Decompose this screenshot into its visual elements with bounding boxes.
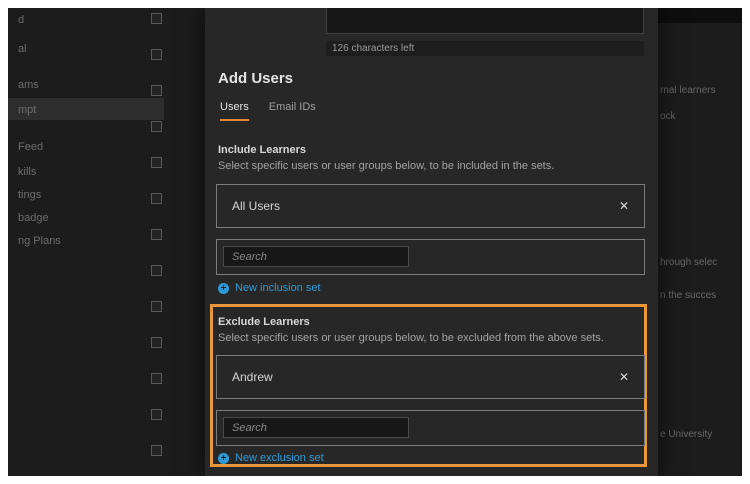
plus-circle-icon: +	[218, 283, 229, 294]
background-text-fragment: rnal learners	[660, 85, 716, 96]
exclude-learners-heading: Exclude Learners	[218, 316, 310, 328]
add-users-panel: 126 characters left Add Users Users Emai…	[205, 8, 658, 476]
checkbox	[151, 121, 162, 132]
background-text-fragment: e University	[660, 429, 712, 440]
exclude-learners-description: Select specific users or user groups bel…	[218, 332, 604, 344]
checkbox	[151, 337, 162, 348]
checkbox	[151, 49, 162, 60]
checkbox	[151, 229, 162, 240]
sidebar-item: d	[18, 14, 24, 26]
new-inclusion-set-label: New inclusion set	[235, 282, 321, 294]
sidebar-item: Feed	[18, 141, 43, 153]
checkbox-column	[151, 13, 162, 476]
checkbox	[151, 409, 162, 420]
exclude-search-box	[216, 410, 645, 446]
checkbox	[151, 85, 162, 96]
character-counter: 126 characters left	[326, 41, 644, 56]
truncated-text-input[interactable]	[326, 8, 644, 34]
new-exclusion-set-link[interactable]: + New exclusion set	[218, 452, 324, 464]
include-set-row: All Users ✕	[216, 184, 645, 228]
sidebar-item: badge	[18, 212, 49, 224]
background-header-strip	[656, 8, 742, 23]
checkbox	[151, 193, 162, 204]
exclude-set-row: Andrew ✕	[216, 355, 645, 399]
screen: d al ams mpt Feed kills tings badge ng P…	[8, 8, 742, 476]
new-exclusion-set-label: New exclusion set	[235, 452, 324, 464]
tab-email-ids[interactable]: Email IDs	[269, 101, 316, 121]
background-text-fragment: ock	[660, 111, 676, 122]
checkbox	[151, 445, 162, 456]
sidebar-item: ams	[18, 79, 39, 91]
panel-title: Add Users	[218, 70, 293, 87]
include-set-label: All Users	[232, 199, 280, 213]
sidebar-item: al	[18, 43, 27, 55]
new-inclusion-set-link[interactable]: + New inclusion set	[218, 282, 321, 294]
checkbox	[151, 265, 162, 276]
close-icon[interactable]: ✕	[619, 370, 629, 384]
plus-circle-icon: +	[218, 453, 229, 464]
background-text-fragment: n the succes	[660, 290, 716, 301]
include-learners-heading: Include Learners	[218, 144, 306, 156]
sidebar-item: mpt	[18, 104, 36, 116]
include-learners-description: Select specific users or user groups bel…	[218, 160, 554, 172]
screenshot-frame: d al ams mpt Feed kills tings badge ng P…	[0, 0, 750, 484]
include-search-box	[216, 239, 645, 275]
checkbox	[151, 301, 162, 312]
sidebar-item: kills	[18, 166, 36, 178]
include-search-input[interactable]	[223, 246, 409, 267]
exclude-set-label: Andrew	[232, 370, 273, 384]
checkbox	[151, 13, 162, 24]
exclude-search-input[interactable]	[223, 417, 409, 438]
checkbox	[151, 157, 162, 168]
sidebar-item: ng Plans	[18, 235, 61, 247]
tab-users[interactable]: Users	[220, 101, 249, 121]
sidebar-item: tings	[18, 189, 41, 201]
tab-bar: Users Email IDs	[220, 101, 316, 121]
checkbox	[151, 373, 162, 384]
close-icon[interactable]: ✕	[619, 199, 629, 213]
background-text-fragment: hrough selec	[660, 257, 717, 268]
